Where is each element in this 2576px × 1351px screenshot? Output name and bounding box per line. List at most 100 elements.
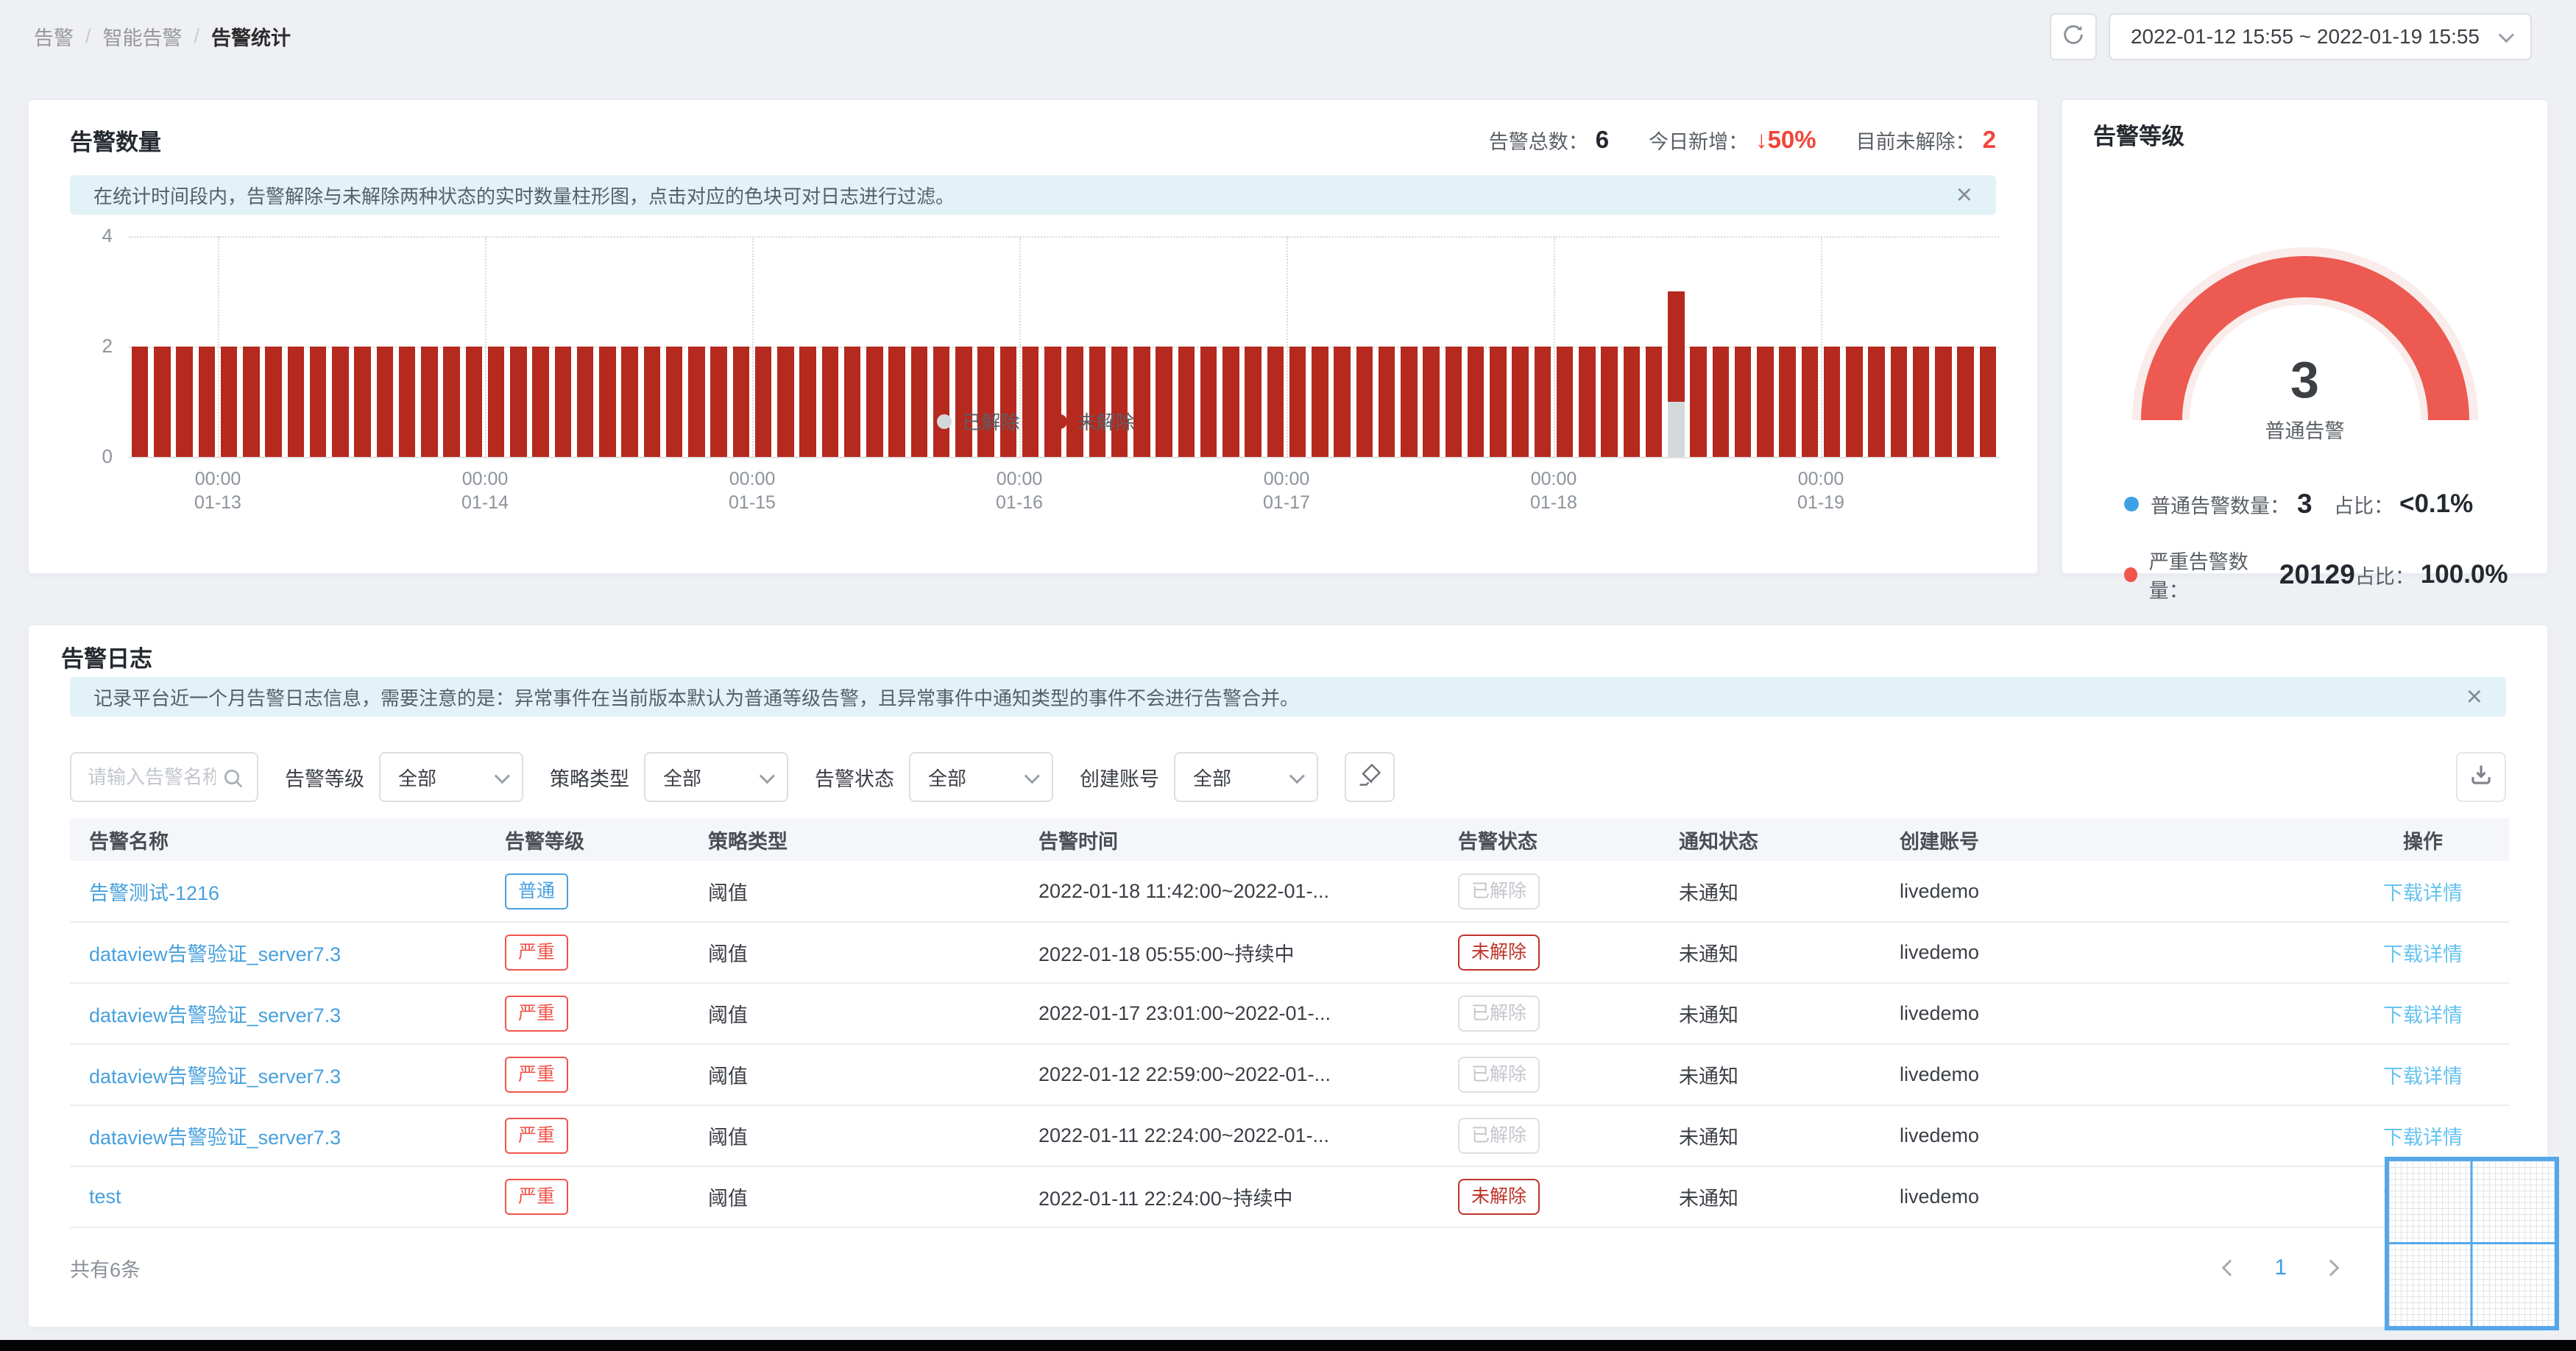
chart-bar[interactable] bbox=[1066, 347, 1083, 457]
chart-bar[interactable] bbox=[465, 347, 483, 457]
chart-bar[interactable] bbox=[1868, 347, 1885, 457]
download-detail-link[interactable]: 下载详情 bbox=[2383, 1004, 2463, 1026]
chart-bar[interactable] bbox=[554, 347, 572, 457]
chart-bar[interactable] bbox=[1912, 347, 1930, 457]
chart-bar[interactable] bbox=[821, 347, 839, 457]
chart-bar[interactable] bbox=[1556, 347, 1574, 457]
alarm-name-link[interactable]: dataview告警验证_server7.3 bbox=[89, 943, 341, 965]
legend-item[interactable]: 已解除 bbox=[937, 408, 1020, 435]
chart-bar[interactable] bbox=[1312, 347, 1328, 457]
chart-bar[interactable] bbox=[1935, 347, 1952, 457]
chart-bar[interactable] bbox=[1823, 347, 1841, 457]
chart-bar[interactable] bbox=[176, 347, 193, 457]
chart-bar[interactable] bbox=[154, 347, 171, 457]
chart-bar[interactable] bbox=[332, 347, 349, 457]
chart-bar[interactable] bbox=[732, 347, 750, 457]
chart-bar[interactable] bbox=[220, 347, 238, 457]
chart-bar[interactable] bbox=[665, 347, 683, 457]
alarm-name-link[interactable]: dataview告警验证_server7.3 bbox=[89, 1127, 341, 1149]
chart-bar[interactable] bbox=[1445, 347, 1462, 457]
close-icon[interactable]: × bbox=[2466, 683, 2483, 711]
chart-bar[interactable] bbox=[599, 347, 616, 457]
alarm-name-search[interactable] bbox=[70, 752, 258, 802]
breadcrumb-item-alarm[interactable]: 告警 bbox=[34, 22, 74, 51]
chart-bar[interactable] bbox=[799, 347, 816, 457]
chart-bar[interactable] bbox=[1846, 347, 1863, 457]
alarm-name-link[interactable]: test bbox=[89, 1185, 121, 1208]
chart-bar[interactable] bbox=[621, 347, 638, 457]
chart-bar[interactable] bbox=[1378, 347, 1395, 457]
alarm-name-link[interactable]: dataview告警验证_server7.3 bbox=[89, 1065, 341, 1088]
chart-bar[interactable] bbox=[1356, 347, 1373, 457]
chart-bar[interactable] bbox=[1890, 347, 1908, 457]
chart-bar[interactable] bbox=[1089, 347, 1106, 457]
chart-bar[interactable] bbox=[888, 347, 905, 457]
chart-bar[interactable] bbox=[576, 347, 594, 457]
chart-bar[interactable] bbox=[398, 347, 416, 457]
chart-bar[interactable] bbox=[1245, 347, 1262, 457]
chart-bar[interactable] bbox=[354, 347, 371, 457]
chart-bar[interactable] bbox=[265, 347, 282, 457]
filter-select[interactable]: 全部 bbox=[1174, 752, 1318, 802]
chart-bar[interactable] bbox=[1645, 347, 1663, 457]
pagination-next-icon[interactable] bbox=[2322, 1259, 2340, 1277]
chart-bar[interactable] bbox=[1022, 347, 1039, 457]
legend-item[interactable]: 未解除 bbox=[1052, 408, 1135, 435]
chart-bar[interactable] bbox=[710, 347, 727, 457]
chart-bar[interactable] bbox=[1801, 347, 1819, 457]
chart-bar[interactable] bbox=[1734, 347, 1752, 457]
chart-bar[interactable] bbox=[510, 347, 527, 457]
chart-bar[interactable] bbox=[777, 347, 794, 457]
chart-bar[interactable] bbox=[1690, 347, 1707, 457]
chart-bar[interactable] bbox=[1222, 347, 1239, 457]
chart-bar[interactable] bbox=[1200, 347, 1217, 457]
chart-bar[interactable] bbox=[1534, 347, 1551, 457]
chart-bar[interactable] bbox=[688, 347, 705, 457]
chart-bar[interactable] bbox=[910, 347, 928, 457]
chart-bar[interactable] bbox=[1178, 347, 1195, 457]
chart-bar[interactable] bbox=[1601, 347, 1618, 457]
chart-bar[interactable] bbox=[1044, 347, 1061, 457]
chart-bar[interactable] bbox=[243, 347, 260, 457]
download-detail-link[interactable]: 下载详情 bbox=[2383, 1127, 2463, 1149]
chart-bar[interactable] bbox=[198, 347, 216, 457]
pagination-prev-icon[interactable] bbox=[2221, 1259, 2239, 1277]
chart-bar[interactable] bbox=[376, 347, 394, 457]
pagination-page-1[interactable]: 1 bbox=[2274, 1255, 2287, 1280]
chart-bar[interactable] bbox=[1289, 347, 1306, 457]
chart-bar[interactable] bbox=[309, 347, 327, 457]
download-detail-link[interactable]: 下载详情 bbox=[2383, 1065, 2463, 1088]
clear-filter-button[interactable] bbox=[1345, 752, 1395, 802]
chart-bar[interactable] bbox=[487, 347, 505, 457]
chart-bar[interactable] bbox=[1401, 347, 1418, 457]
chart-bar[interactable] bbox=[1156, 347, 1172, 457]
close-icon[interactable]: × bbox=[1956, 181, 1972, 209]
chart-bar[interactable] bbox=[843, 347, 861, 457]
chart-bar[interactable] bbox=[754, 347, 772, 457]
alarm-name-link[interactable]: 告警测试-1216 bbox=[89, 882, 219, 904]
chart-bar[interactable] bbox=[1579, 347, 1596, 457]
chart-bar[interactable] bbox=[955, 347, 972, 457]
filter-select[interactable]: 全部 bbox=[379, 752, 523, 802]
chart-bar[interactable] bbox=[443, 347, 460, 457]
breadcrumb-item-smart-alarm[interactable]: 智能告警 bbox=[103, 22, 183, 51]
chart-bar[interactable] bbox=[1133, 347, 1150, 457]
chart-bar[interactable] bbox=[933, 347, 950, 457]
date-range-picker[interactable]: 2022-01-12 15:55 ~ 2022-01-19 15:55 bbox=[2108, 13, 2532, 60]
chart-bar[interactable] bbox=[999, 347, 1017, 457]
filter-select[interactable]: 全部 bbox=[644, 752, 788, 802]
chart-bar[interactable] bbox=[1512, 347, 1529, 457]
chart-bar[interactable] bbox=[1111, 347, 1128, 457]
filter-select[interactable]: 全部 bbox=[909, 752, 1053, 802]
chart-bar[interactable] bbox=[1423, 347, 1440, 457]
chart-bar[interactable] bbox=[1267, 347, 1284, 457]
chart-bar[interactable] bbox=[1779, 347, 1796, 457]
chart-bar[interactable] bbox=[1757, 347, 1774, 457]
chart-bar[interactable] bbox=[1490, 347, 1507, 457]
chart-bar[interactable] bbox=[643, 347, 661, 457]
chart-bar[interactable] bbox=[131, 347, 149, 457]
chart-bar[interactable] bbox=[1979, 347, 1997, 457]
chart-bar[interactable] bbox=[1334, 347, 1351, 457]
chart-bar[interactable] bbox=[1467, 347, 1485, 457]
download-button[interactable] bbox=[2456, 752, 2506, 802]
